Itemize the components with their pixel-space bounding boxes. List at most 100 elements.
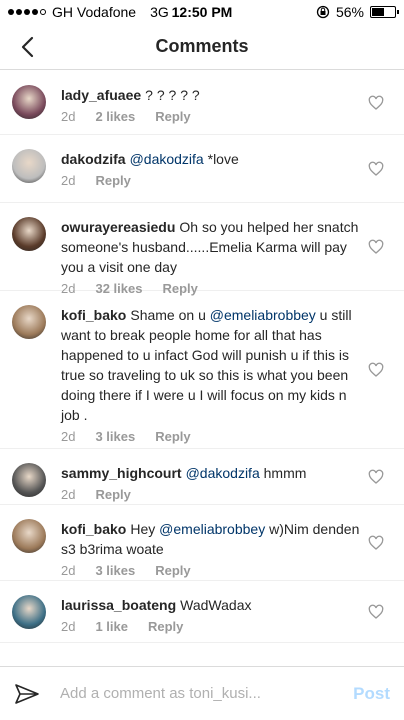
heart-icon <box>368 161 384 176</box>
reply-button[interactable]: Reply <box>155 109 190 124</box>
comment-text: dakodzifa @dakodzifa *love <box>61 149 239 169</box>
heart-icon <box>368 239 384 254</box>
orientation-lock-icon <box>316 5 330 19</box>
page-title: Comments <box>155 36 249 56</box>
comment-content: ? ? ? ? ? <box>145 87 200 103</box>
comment-body: dakodzifa @dakodzifa *love 2d Reply <box>61 135 269 202</box>
likes-count-link[interactable]: 3 likes <box>95 429 135 444</box>
mention-link[interactable]: @dakodzifa <box>186 465 260 481</box>
like-button[interactable] <box>368 95 384 111</box>
comment-text: laurissa_boateng WadWadax <box>61 595 251 615</box>
comment-composer: Post <box>0 666 404 720</box>
post-button[interactable]: Post <box>353 684 390 704</box>
comment-username[interactable]: laurissa_boateng <box>61 597 176 613</box>
avatar[interactable] <box>12 595 46 629</box>
comment-item: dakodzifa @dakodzifa *love 2d Reply <box>0 135 404 203</box>
heart-icon <box>368 535 384 550</box>
reply-button[interactable]: Reply <box>148 619 183 634</box>
mention-link[interactable]: @dakodzifa <box>130 151 204 167</box>
chevron-left-icon <box>21 36 34 58</box>
mention-link[interactable]: @emeliabrobbey <box>159 521 265 537</box>
heart-icon <box>368 469 384 484</box>
paper-plane-icon <box>15 683 39 704</box>
likes-count-link[interactable]: 3 likes <box>95 563 135 578</box>
carrier-name: GH Vodafone <box>52 4 137 20</box>
comment-timestamp: 2d <box>61 619 76 634</box>
heart-icon <box>368 95 384 110</box>
battery-icon <box>370 6 399 18</box>
comment-item: lady_afuaee? ? ? ? ? 2d 2 likes Reply <box>0 71 404 135</box>
comment-meta: 2d 3 likes Reply <box>61 429 362 444</box>
heart-icon <box>368 362 384 377</box>
comment-input[interactable] <box>60 685 354 702</box>
send-button[interactable] <box>14 680 42 708</box>
comment-body: sammy_highcourt @dakodzifa hmmm 2d Reply <box>61 449 336 504</box>
comment-timestamp: 2d <box>61 563 76 578</box>
likes-count-link[interactable]: 2 likes <box>95 109 135 124</box>
comment-item: sammy_highcourt @dakodzifa hmmm 2d Reply <box>0 449 404 505</box>
comment-meta: 2d 1 like Reply <box>61 619 251 634</box>
like-button[interactable] <box>368 469 384 485</box>
comment-text: kofi_bako Hey @emeliabrobbey w)Nim denden… <box>61 519 362 559</box>
comment-username[interactable]: kofi_bako <box>61 521 126 537</box>
avatar[interactable] <box>12 85 46 119</box>
comment-content: Hey <box>130 521 160 537</box>
comment-content: u still want to break people home for al… <box>61 307 352 423</box>
like-button[interactable] <box>368 362 384 378</box>
comment-timestamp: 2d <box>61 173 76 188</box>
comment-timestamp: 2d <box>61 487 76 502</box>
comment-body: laurissa_boateng WadWadax 2d 1 like Reply <box>61 581 281 642</box>
comment-username[interactable]: dakodzifa <box>61 151 126 167</box>
comment-timestamp: 2d <box>61 109 76 124</box>
comment-item: laurissa_boateng WadWadax 2d 1 like Reply <box>0 581 404 643</box>
comments-list: lady_afuaee? ? ? ? ? 2d 2 likes Reply dakodz… <box>0 71 404 643</box>
comment-content: *love <box>203 151 239 167</box>
comment-timestamp: 2d <box>61 429 76 444</box>
comment-body: kofi_bako Hey @emeliabrobbey w)Nim denden… <box>61 505 392 580</box>
comment-content: WadWadax <box>180 597 252 613</box>
comment-meta: 2d Reply <box>61 173 239 188</box>
reply-button[interactable]: Reply <box>155 429 190 444</box>
comment-item: owurayereasiedu Oh so you helped her snat… <box>0 203 404 296</box>
comment-username[interactable]: owurayereasiedu <box>61 219 175 235</box>
back-button[interactable] <box>12 32 42 62</box>
avatar[interactable] <box>12 305 46 339</box>
status-right: 56% <box>316 4 399 20</box>
comment-item: kofi_bako Shame on u @emeliabrobbey u sti… <box>0 291 404 449</box>
battery-percent: 56% <box>335 4 364 20</box>
reply-button[interactable]: Reply <box>155 563 190 578</box>
comment-body: lady_afuaee? ? ? ? ? 2d 2 likes Reply <box>61 71 230 134</box>
avatar[interactable] <box>12 519 46 553</box>
comment-item: kofi_bako Hey @emeliabrobbey w)Nim denden… <box>0 505 404 581</box>
avatar[interactable] <box>12 463 46 497</box>
mention-link[interactable]: @emeliabrobbey <box>210 307 316 323</box>
comment-text: kofi_bako Shame on u @emeliabrobbey u sti… <box>61 305 362 425</box>
comment-body: owurayereasiedu Oh so you helped her snat… <box>61 203 392 296</box>
comment-username[interactable]: kofi_bako <box>61 307 126 323</box>
likes-count-link[interactable]: 1 like <box>95 619 128 634</box>
reply-button[interactable]: Reply <box>95 487 130 502</box>
like-button[interactable] <box>368 604 384 620</box>
status-bar: GH Vodafone 3G 12:50 PM 56% <box>0 0 404 24</box>
comment-meta: 2d Reply <box>61 487 306 502</box>
comment-username[interactable]: sammy_highcourt <box>61 465 182 481</box>
signal-strength-icon <box>8 9 46 15</box>
comment-text: lady_afuaee? ? ? ? ? <box>61 85 200 105</box>
reply-button[interactable]: Reply <box>95 173 130 188</box>
heart-icon <box>368 604 384 619</box>
comment-username[interactable]: lady_afuaee <box>61 87 141 103</box>
comment-body: kofi_bako Shame on u @emeliabrobbey u sti… <box>61 291 392 448</box>
comment-meta: 2d 2 likes Reply <box>61 109 200 124</box>
status-left: GH Vodafone 3G <box>8 4 169 20</box>
comment-content: hmmm <box>259 465 307 481</box>
like-button[interactable] <box>368 161 384 177</box>
avatar[interactable] <box>12 149 46 183</box>
nav-bar: Comments <box>0 24 404 70</box>
network-type: 3G <box>150 4 169 20</box>
comment-text: sammy_highcourt @dakodzifa hmmm <box>61 463 306 483</box>
comment-content: Shame on u <box>130 307 210 323</box>
avatar[interactable] <box>12 217 46 251</box>
like-button[interactable] <box>368 239 384 255</box>
like-button[interactable] <box>368 535 384 551</box>
comment-meta: 2d 3 likes Reply <box>61 563 362 578</box>
